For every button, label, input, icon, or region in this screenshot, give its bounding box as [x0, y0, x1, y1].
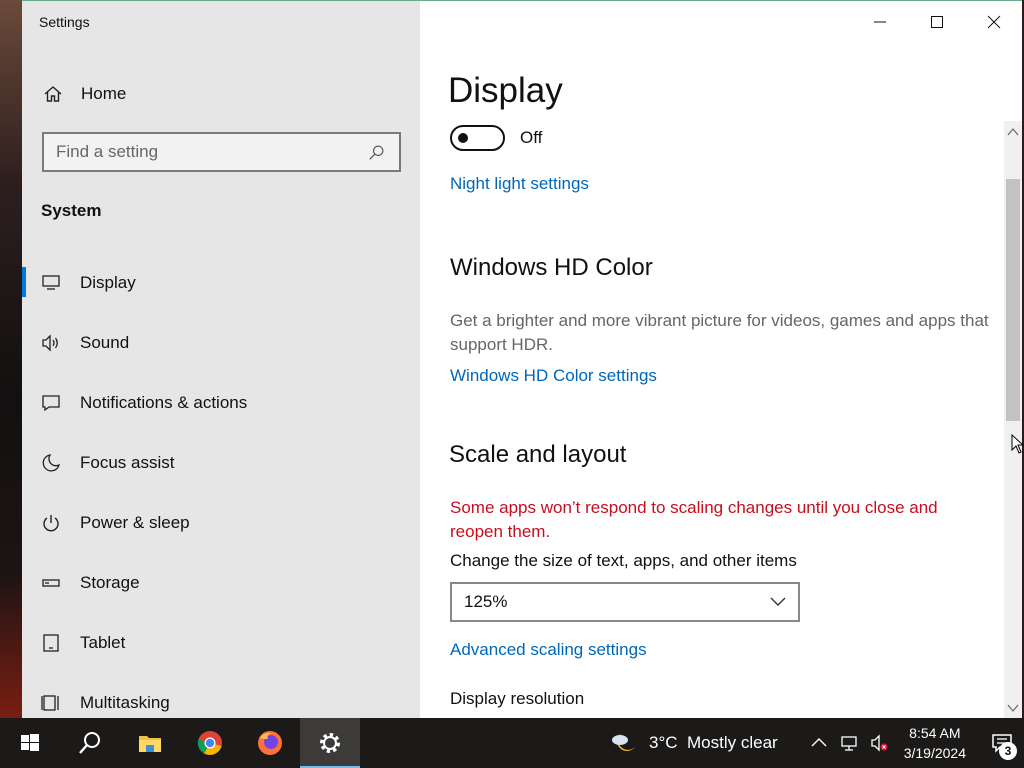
storage-icon: [40, 572, 62, 594]
windows-start-icon: [21, 734, 39, 751]
sidebar-item-tablet[interactable]: Tablet: [22, 613, 420, 673]
advanced-scaling-link[interactable]: Advanced scaling settings: [450, 640, 647, 660]
weather-moon-cloud-icon: [612, 733, 636, 751]
volume-button[interactable]: [864, 718, 894, 768]
taskbar: 3°C Mostly clear 8:54 AM 3/19/2024 3: [0, 718, 1024, 768]
weather-temp: 3°C: [649, 733, 678, 752]
file-explorer-button[interactable]: [120, 718, 180, 768]
sidebar: Settings Home System Display: [22, 1, 420, 718]
firefox-button[interactable]: [240, 718, 300, 768]
sidebar-item-multitasking[interactable]: Multitasking: [22, 673, 420, 718]
settings-icon: [320, 733, 340, 753]
home-icon: [42, 83, 64, 105]
scrollbar-thumb[interactable]: [1006, 179, 1020, 421]
message-icon: [40, 392, 62, 414]
sidebar-item-power-sleep[interactable]: Power & sleep: [22, 493, 420, 553]
sidebar-item-display[interactable]: Display: [22, 253, 420, 313]
file-explorer-icon: [139, 736, 161, 752]
sidebar-item-label: Notifications & actions: [80, 393, 248, 412]
night-light-state: Off: [520, 128, 543, 147]
sidebar-item-notifications[interactable]: Notifications & actions: [22, 373, 420, 433]
minimize-button[interactable]: [851, 1, 908, 43]
night-light-settings-link[interactable]: Night light settings: [450, 174, 589, 194]
show-hidden-icons-button[interactable]: [804, 718, 834, 768]
main-content: Display Off Night light settings Windows…: [420, 1, 1022, 718]
multitasking-icon: [40, 692, 62, 714]
scale-dropdown-value: 125%: [464, 592, 508, 611]
desktop-background: [0, 0, 22, 718]
network-icon: [841, 736, 857, 751]
chrome-button[interactable]: [180, 718, 240, 768]
firefox-icon: [258, 731, 282, 755]
section-title: System: [41, 201, 102, 220]
sidebar-item-label: Tablet: [80, 633, 126, 652]
speaker-icon: [40, 332, 62, 354]
window-title: Settings: [39, 14, 90, 30]
sidebar-item-label: Power & sleep: [80, 513, 190, 532]
sidebar-nav: Display Sound Notifications & actions Fo…: [22, 253, 420, 718]
taskbar-search-button[interactable]: [60, 718, 120, 768]
close-icon: [987, 15, 1000, 29]
clock-date: 3/19/2024: [903, 745, 966, 761]
clock-time: 8:54 AM: [909, 725, 961, 741]
scale-warning: Some apps won’t respond to scaling chang…: [450, 498, 938, 541]
weather-condition: Mostly clear: [687, 733, 778, 752]
scale-layout-heading: Scale and layout: [449, 441, 627, 468]
chevron-down-icon: [770, 597, 786, 606]
maximize-icon: [930, 16, 943, 28]
mouse-cursor-icon: [1011, 434, 1024, 454]
sidebar-item-sound[interactable]: Sound: [22, 313, 420, 373]
home-nav-item[interactable]: Home: [42, 79, 126, 109]
search-box[interactable]: [42, 132, 401, 172]
sidebar-item-label: Sound: [80, 333, 130, 352]
sidebar-item-label: Focus assist: [80, 453, 175, 472]
sidebar-item-storage[interactable]: Storage: [22, 553, 420, 613]
weather-widget[interactable]: 3°C Mostly clear: [609, 729, 778, 757]
scale-dropdown[interactable]: 125%: [450, 582, 800, 622]
action-center-button[interactable]: 3: [980, 718, 1024, 768]
text-size-label: Change the size of text, apps, and other…: [450, 551, 797, 570]
notification-count-badge: 3: [999, 742, 1017, 760]
sidebar-item-label: Storage: [80, 573, 140, 592]
sidebar-item-label: Multitasking: [80, 693, 170, 712]
search-icon: [365, 141, 387, 163]
scroll-up-icon[interactable]: [1007, 127, 1019, 137]
clock[interactable]: 8:54 AM 3/19/2024: [904, 723, 966, 763]
close-button[interactable]: [965, 1, 1022, 43]
power-icon: [40, 512, 62, 534]
chrome-icon: [197, 731, 222, 755]
volume-muted-icon: [871, 734, 888, 752]
hd-color-settings-link[interactable]: Windows HD Color settings: [450, 366, 657, 386]
system-tray: 3°C Mostly clear 8:54 AM 3/19/2024 3: [609, 718, 1024, 768]
search-icon: [79, 732, 100, 754]
sidebar-item-focus-assist[interactable]: Focus assist: [22, 433, 420, 493]
page-title: Display: [448, 71, 563, 110]
monitor-icon: [40, 272, 62, 294]
night-light-toggle[interactable]: [450, 125, 505, 151]
network-button[interactable]: [834, 718, 864, 768]
night-light-toggle-row: Off: [450, 125, 542, 151]
window-controls: [851, 1, 1022, 43]
scroll-down-icon[interactable]: [1007, 703, 1019, 713]
maximize-button[interactable]: [908, 1, 965, 43]
chevron-up-icon: [811, 738, 827, 747]
minimize-icon: [873, 21, 886, 23]
settings-taskbar-button[interactable]: [300, 718, 360, 768]
display-resolution-label: Display resolution: [450, 689, 585, 708]
vertical-scrollbar[interactable]: [1004, 121, 1022, 718]
home-label: Home: [81, 84, 127, 103]
hd-color-description: Get a brighter and more vibrant picture …: [450, 311, 989, 354]
sidebar-item-label: Display: [80, 273, 136, 292]
settings-window: Settings Home System Display: [22, 0, 1022, 718]
hd-color-heading: Windows HD Color: [450, 254, 653, 281]
moon-icon: [40, 452, 62, 474]
start-button[interactable]: [0, 718, 60, 768]
tablet-icon: [40, 632, 62, 654]
search-input[interactable]: [56, 142, 365, 162]
